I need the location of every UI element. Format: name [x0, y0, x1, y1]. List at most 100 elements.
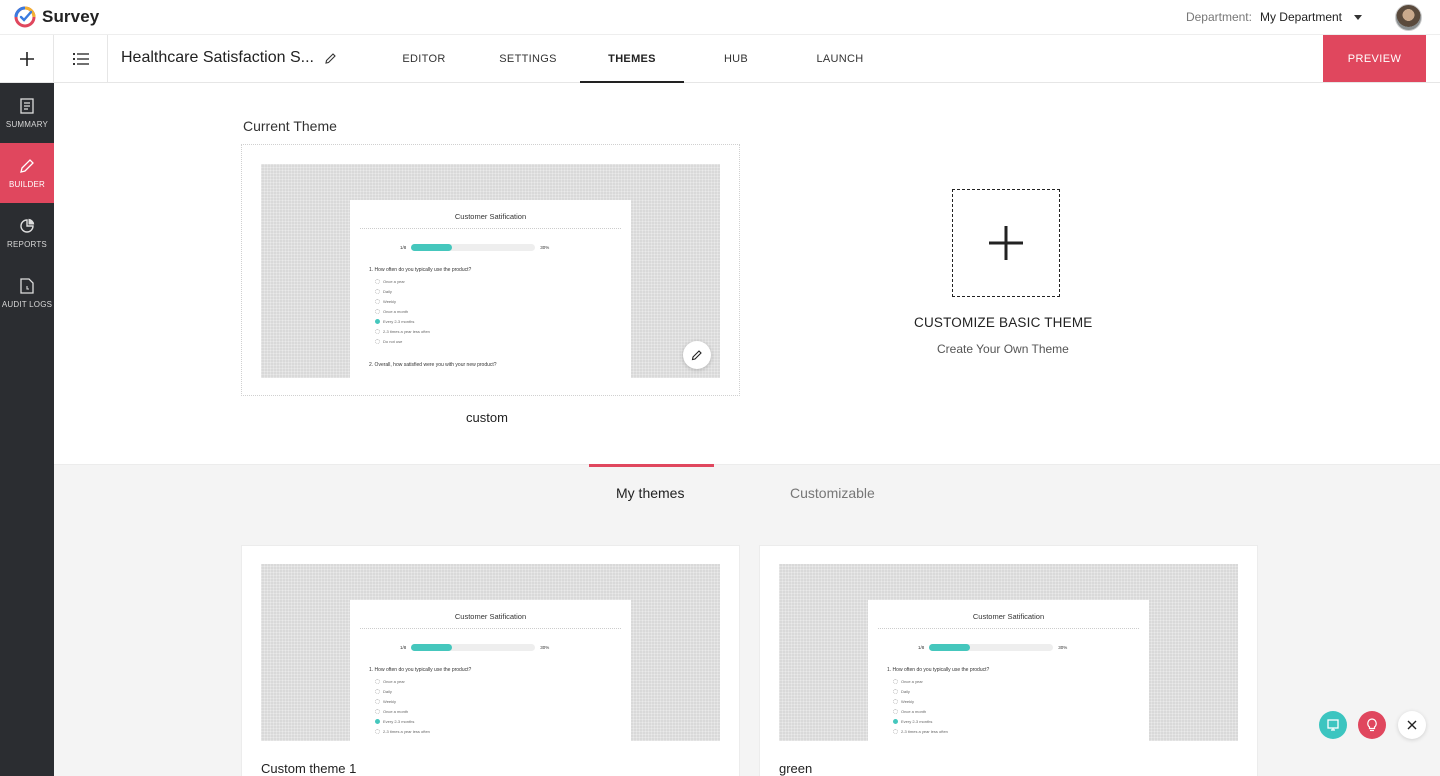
progress-percent: 30% — [540, 645, 550, 650]
preview-option: Every 2-3 months — [893, 719, 932, 724]
preview-option: Once a month — [893, 709, 926, 714]
preview-option: Once a month — [375, 709, 408, 714]
preview-question-1: 1. How often do you typically use the pr… — [369, 267, 472, 273]
customize-basic-theme-button[interactable] — [952, 189, 1060, 297]
tab-launch[interactable]: LAUNCH — [788, 35, 892, 82]
preview-option: Daily — [375, 689, 392, 694]
list-icon — [72, 52, 89, 65]
tab-customizable[interactable]: Customizable — [790, 485, 875, 501]
sidebar-item-audit-logs[interactable]: AUDIT LOGS — [0, 263, 54, 323]
preview-button[interactable]: PREVIEW — [1323, 35, 1426, 82]
theme-card-green[interactable]: Customer Satification 1/8 30% 1. How oft… — [759, 545, 1258, 776]
option-text: 2-3 times a year less often — [383, 729, 430, 734]
progress-track — [411, 244, 536, 251]
announcement-button[interactable] — [1319, 711, 1347, 739]
active-tab-indicator — [589, 464, 714, 467]
option-text: Daily — [383, 289, 392, 294]
radio-icon — [893, 729, 898, 734]
preview-option: Once a month — [375, 309, 408, 314]
progress-count: 1/8 — [400, 245, 407, 250]
tab-settings[interactable]: SETTINGS — [476, 35, 580, 82]
preview-option: 2-3 times a year less often — [893, 729, 948, 734]
theme-thumbnail: Customer Satification 1/8 30% 1. How oft… — [779, 564, 1238, 741]
edit-title-pencil-icon[interactable] — [324, 52, 337, 65]
progress-track — [929, 644, 1054, 651]
edit-theme-button[interactable] — [683, 341, 711, 369]
radio-checked-icon — [375, 319, 380, 324]
option-text: 2-3 times a year less often — [901, 729, 948, 734]
preview-question-2: 2. Overall, how satisfied were you with … — [369, 362, 497, 368]
option-text: Once a month — [383, 709, 409, 714]
survey-title-text: Healthcare Satisfaction S... — [121, 49, 314, 66]
add-button[interactable] — [0, 35, 54, 82]
survey-title[interactable]: Healthcare Satisfaction S... — [121, 49, 337, 67]
preview-option: Weekly — [375, 299, 396, 304]
option-text: Every 2-3 months — [901, 719, 933, 724]
preview-option: Daily — [375, 289, 392, 294]
preview-survey-title: Customer Satification — [454, 212, 527, 221]
option-text: Once a year — [901, 679, 923, 684]
top-bar: Survey Department: My Department — [0, 0, 1440, 35]
tab-editor[interactable]: EDITOR — [372, 35, 476, 82]
tab-my-themes[interactable]: My themes — [616, 485, 684, 501]
theme-thumbnail: Customer Satification 1/8 30% 1. How oft… — [261, 564, 720, 741]
radio-icon — [375, 329, 380, 334]
sidebar-item-summary[interactable]: SUMMARY — [0, 83, 54, 143]
document-icon — [20, 97, 34, 114]
department-label: Department: — [1185, 10, 1252, 24]
preview-question-1: 1. How often do you typically use the pr… — [887, 667, 990, 673]
progress-percent: 30% — [540, 245, 550, 250]
current-theme-card[interactable]: Customer Satification 1/8 30% 1. How oft… — [241, 144, 740, 396]
app-logo[interactable]: Survey — [14, 6, 99, 28]
option-text: Do not use — [383, 339, 403, 344]
preview-option: Once a year — [375, 279, 405, 284]
tips-button[interactable] — [1358, 711, 1386, 739]
preview-option: Once a year — [893, 679, 923, 684]
theme-name: green — [779, 761, 813, 776]
preview-option: Weekly — [893, 699, 914, 704]
theme-name: Custom theme 1 — [261, 761, 357, 776]
department-selector[interactable]: Department: My Department — [1186, 10, 1362, 24]
radio-icon — [375, 699, 380, 704]
sidebar-item-label: REPORTS — [7, 239, 47, 249]
close-floating-button[interactable] — [1398, 711, 1426, 739]
plus-icon — [19, 51, 34, 66]
customize-subtitle: Create Your Own Theme — [937, 342, 1069, 356]
option-text: Once a month — [383, 309, 409, 314]
divider — [878, 628, 1139, 629]
preview-option: 2-3 times a year less often — [375, 329, 430, 334]
preview-question-1: 1. How often do you typically use the pr… — [369, 667, 472, 673]
progress-fill — [411, 244, 453, 251]
sidebar-item-builder[interactable]: BUILDER — [0, 143, 54, 203]
survey-tabs: EDITOR SETTINGS THEMES HUB LAUNCH — [372, 35, 892, 83]
survey-list-button[interactable] — [54, 35, 108, 82]
radio-checked-icon — [893, 719, 898, 724]
close-icon — [1407, 720, 1417, 730]
preview-progress: 1/8 30% — [918, 644, 1067, 651]
preview-option: Every 2-3 months — [375, 319, 414, 324]
radio-icon — [375, 679, 380, 684]
progress-percent: 30% — [1058, 645, 1068, 650]
presentation-icon — [1327, 719, 1339, 731]
sidebar-item-reports[interactable]: REPORTS — [0, 203, 54, 263]
radio-icon — [375, 689, 380, 694]
plus-icon — [989, 226, 1023, 260]
pencil-icon — [20, 158, 34, 173]
preview-progress: 1/8 30% — [400, 244, 549, 251]
tab-themes[interactable]: THEMES — [580, 35, 684, 83]
theme-card-custom-theme-1[interactable]: Customer Satification 1/8 30% 1. How oft… — [241, 545, 740, 776]
pie-chart-icon — [20, 218, 35, 233]
app-name: Survey — [42, 7, 100, 26]
department-value: My Department — [1259, 10, 1342, 24]
radio-icon — [375, 339, 380, 344]
preview-survey-title: Customer Satification — [972, 612, 1045, 621]
option-text: 2-3 times a year less often — [383, 329, 430, 334]
radio-icon — [893, 699, 898, 704]
preview-progress: 1/8 30% — [400, 644, 549, 651]
current-theme-heading: Current Theme — [243, 118, 337, 134]
user-avatar[interactable] — [1395, 4, 1422, 31]
survey-preview-paper: Customer Satification 1/8 30% 1. How oft… — [868, 600, 1149, 741]
preview-option: Daily — [893, 689, 910, 694]
survey-preview-paper: Customer Satification 1/8 30% 1. How oft… — [350, 600, 631, 741]
tab-hub[interactable]: HUB — [684, 35, 788, 82]
